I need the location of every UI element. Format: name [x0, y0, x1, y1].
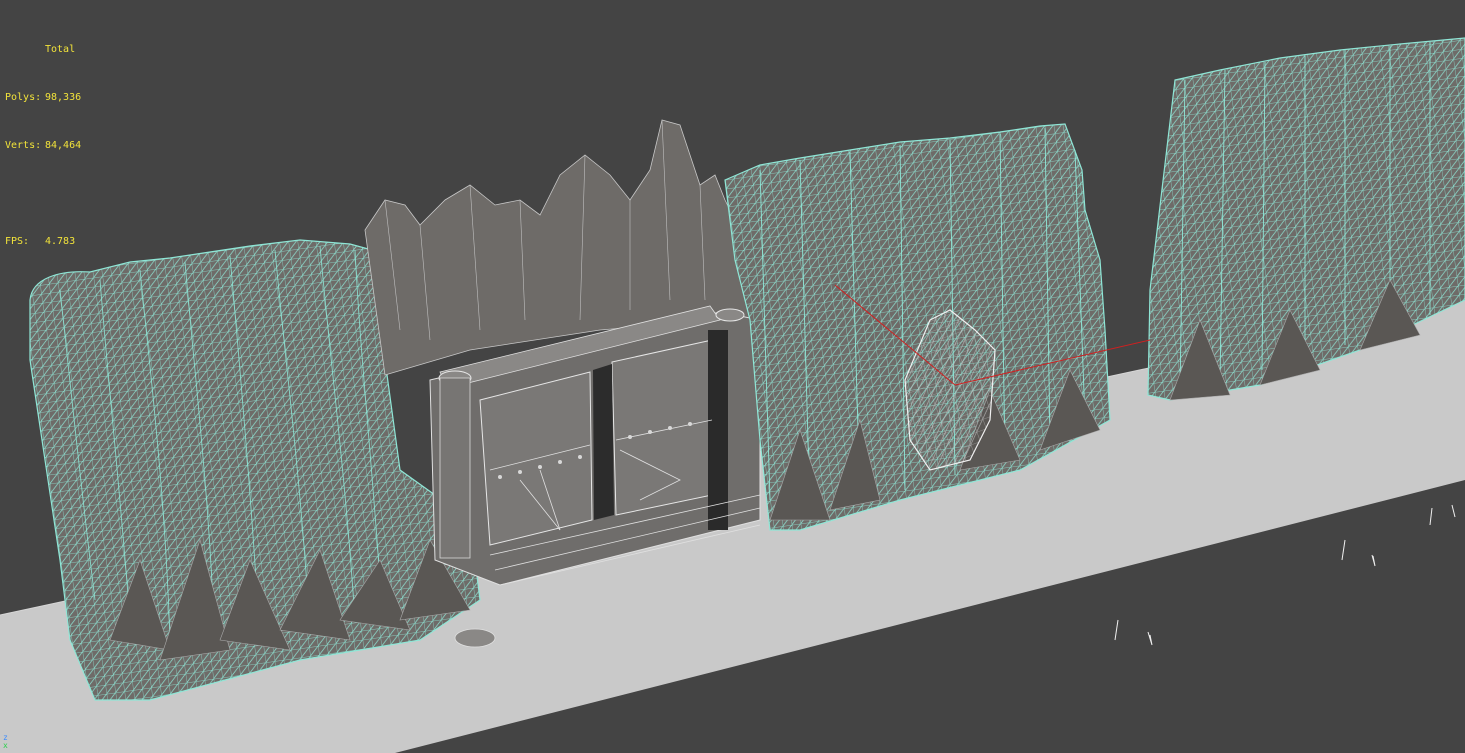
- stats-header: Total: [45, 44, 76, 55]
- polys-value: 98,336: [45, 92, 82, 103]
- verts-label: Verts:: [5, 140, 42, 151]
- verts-row: Verts: 84,464: [5, 138, 81, 154]
- axis-x-label: x: [3, 741, 8, 750]
- axis-gizmo: z x: [3, 734, 8, 750]
- viewport-statistics: Total Polys: 98,336 Verts: 84,464 FPS: 4…: [5, 10, 81, 282]
- fps-row: FPS: 4.783: [5, 234, 81, 250]
- viewport-scene[interactable]: [0, 0, 1465, 753]
- perspective-viewport[interactable]: Total Polys: 98,336 Verts: 84,464 FPS: 4…: [0, 0, 1465, 753]
- fps-value: 4.783: [45, 236, 76, 247]
- fps-label: FPS:: [5, 236, 30, 247]
- polys-row: Polys: 98,336: [5, 90, 81, 106]
- verts-value: 84,464: [45, 140, 82, 151]
- polys-label: Polys:: [5, 92, 42, 103]
- fallen-rock: [454, 628, 496, 648]
